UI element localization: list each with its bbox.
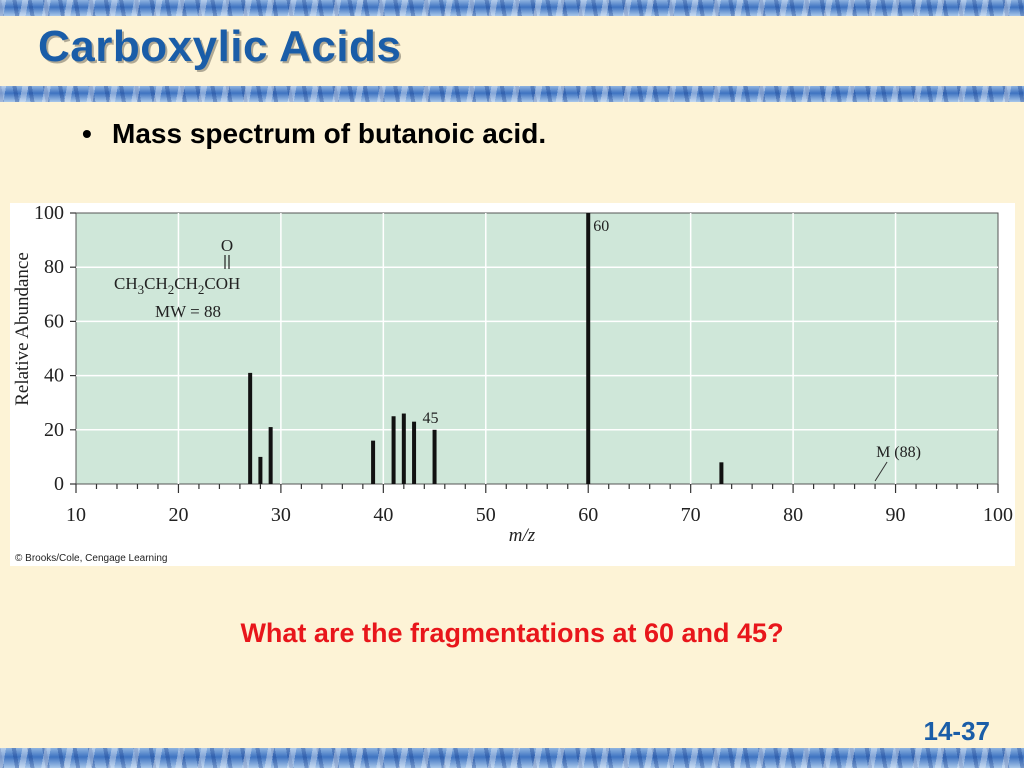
formula-group: CH — [114, 274, 138, 293]
bullet-point: • Mass spectrum of butanoic acid. — [82, 118, 546, 150]
peak-bar — [432, 429, 437, 484]
top-decorative-band — [0, 0, 1024, 16]
bullet-text: Mass spectrum of butanoic acid. — [112, 118, 547, 149]
peak-bar — [401, 413, 406, 484]
x-tick-label: 40 — [373, 504, 393, 526]
peak-bar — [412, 421, 417, 484]
y-tick-label: 40 — [44, 365, 64, 387]
y-tick-label: 20 — [44, 419, 64, 441]
plot-area — [75, 212, 999, 485]
question-text: What are the fragmentations at 60 and 45… — [240, 618, 784, 648]
peak-label-45: 45 — [423, 410, 439, 427]
title-divider-band — [0, 86, 1024, 102]
formula-group: CH — [174, 274, 198, 293]
x-tick-label: 10 — [66, 504, 86, 526]
carbonyl-oxygen: O — [221, 236, 233, 255]
x-tick-label: 100 — [983, 504, 1013, 526]
peak-bar — [268, 427, 273, 484]
y-tick-label: 80 — [44, 256, 64, 278]
copyright-credit: © Brooks/Cole, Cengage Learning — [15, 553, 168, 564]
y-tick-label: 60 — [44, 310, 64, 332]
peak-bar — [248, 372, 253, 484]
mass-spectrum-chart: 10 20 30 40 50 60 70 80 90 100 0 20 40 60 80 100 60 45 M … — [12, 203, 1013, 546]
x-tick-label: 20 — [168, 504, 188, 526]
x-axis-label: m/z — [509, 525, 536, 546]
peak-bar — [371, 440, 376, 484]
formula-group: COH — [204, 274, 240, 293]
slide-number: 14-37 — [923, 716, 991, 746]
bottom-decorative-band — [0, 748, 1024, 768]
x-tick-label: 60 — [578, 504, 598, 526]
peak-bar — [586, 213, 591, 484]
x-tick-label: 30 — [271, 504, 291, 526]
y-tick-label: 100 — [34, 203, 64, 224]
molecular-weight: MW = 88 — [155, 302, 221, 321]
x-tick-label: 90 — [886, 504, 906, 526]
peak-bar — [719, 462, 724, 484]
bullet-dot-icon: • — [82, 118, 92, 149]
x-tick-label: 70 — [681, 504, 701, 526]
x-tick-label: 50 — [476, 504, 496, 526]
x-tick-label: 80 — [783, 504, 803, 526]
peak-label-60: 60 — [593, 218, 609, 235]
slide-title: Carboxylic Acids — [38, 22, 402, 71]
peak-bar — [258, 456, 263, 484]
formula-group: CH — [144, 274, 168, 293]
peak-bar — [391, 416, 396, 484]
y-tick-label: 0 — [54, 473, 64, 495]
y-axis-label: Relative Abundance — [12, 252, 33, 406]
molecular-ion-label: M (88) — [876, 444, 921, 461]
mass-spectrum-figure: 10 20 30 40 50 60 70 80 90 100 0 20 40 60 80 100 60 45 M … — [10, 203, 1015, 566]
